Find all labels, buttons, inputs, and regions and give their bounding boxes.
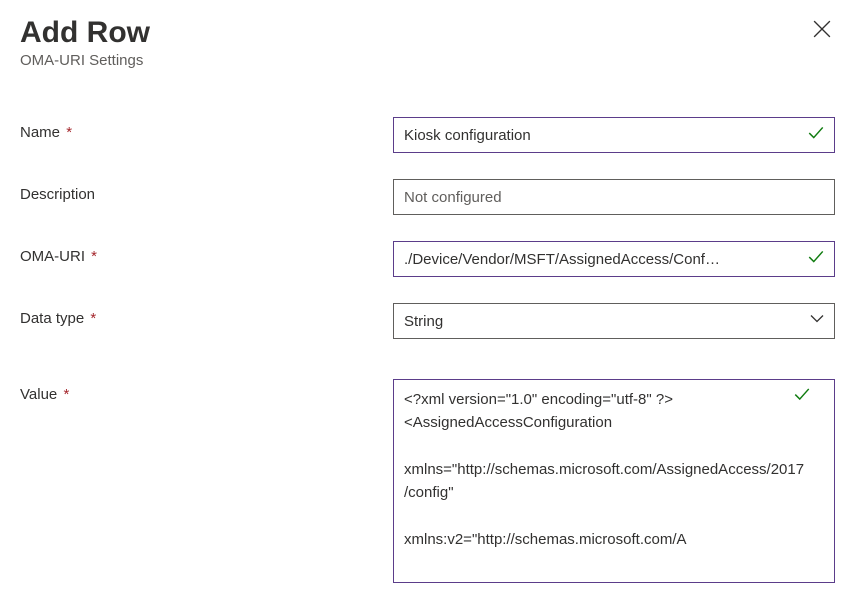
label-text: Value bbox=[20, 386, 57, 403]
name-label: Name * bbox=[20, 117, 393, 141]
oma-uri-input[interactable] bbox=[393, 241, 835, 277]
data-type-label: Data type * bbox=[20, 303, 393, 327]
dialog-subtitle: OMA-URI Settings bbox=[20, 52, 835, 69]
required-marker: * bbox=[90, 310, 96, 327]
close-icon bbox=[813, 20, 831, 38]
required-marker: * bbox=[63, 386, 69, 403]
label-text: Data type bbox=[20, 310, 84, 327]
description-label: Description bbox=[20, 179, 393, 203]
select-value: String bbox=[404, 313, 443, 330]
value-label: Value * bbox=[20, 379, 393, 403]
oma-uri-label: OMA-URI * bbox=[20, 241, 393, 265]
label-text: Description bbox=[20, 186, 95, 203]
value-textarea[interactable] bbox=[393, 379, 835, 583]
data-type-select[interactable]: String bbox=[393, 303, 835, 339]
label-text: Name bbox=[20, 124, 60, 141]
description-input[interactable] bbox=[393, 179, 835, 215]
required-marker: * bbox=[66, 124, 72, 141]
dialog-title: Add Row bbox=[20, 16, 150, 50]
required-marker: * bbox=[91, 248, 97, 265]
name-input[interactable] bbox=[393, 117, 835, 153]
label-text: OMA-URI bbox=[20, 248, 85, 265]
close-button[interactable] bbox=[809, 16, 835, 46]
